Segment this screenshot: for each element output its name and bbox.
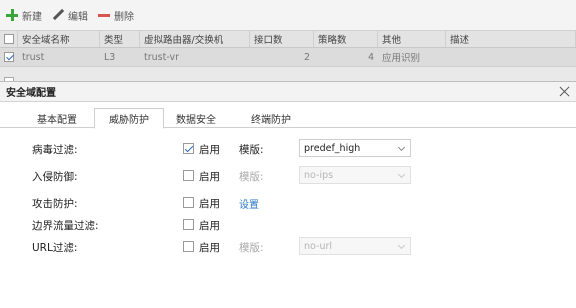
tab-basic-config[interactable]: 基本配置: [16, 108, 98, 128]
url-filter-row: URL过滤: 启用 模版: no-url: [0, 237, 576, 257]
ips-enable-label: 启用: [199, 171, 220, 183]
cell-type: L3: [104, 51, 116, 63]
antivirus-enable-checkbox[interactable]: [183, 143, 194, 154]
cell-description: [446, 48, 576, 66]
attack-protection-enable-checkbox[interactable]: [183, 197, 194, 208]
column-header-policies[interactable]: 策略数: [314, 31, 378, 47]
ips-template-value: no-ips: [304, 169, 334, 181]
row-select-cell: [0, 48, 18, 66]
partially-hidden-row: [0, 67, 576, 81]
antivirus-row: 病毒过滤: 启用 模版: predef_high: [0, 139, 576, 159]
antivirus-template-select[interactable]: predef_high: [299, 139, 411, 157]
attack-protection-row: 攻击防护: 启用 设置: [0, 193, 576, 213]
edit-button-label: 编辑: [68, 11, 88, 23]
border-traffic-filter-label: 边界流量过滤:: [32, 220, 99, 232]
border-traffic-filter-enable-checkbox[interactable]: [183, 219, 194, 230]
url-filter-template-select: no-url: [299, 237, 411, 255]
attack-protection-settings-link[interactable]: 设置: [239, 196, 259, 211]
cell-vrouter: trust-vr: [144, 51, 180, 63]
edit-button[interactable]: 编辑: [52, 8, 88, 23]
tab-endpoint-protection[interactable]: 终端防护: [236, 108, 306, 128]
column-header-other[interactable]: 其他: [378, 31, 446, 47]
tab-data-security[interactable]: 数据安全: [164, 108, 228, 128]
tab-threat-protection[interactable]: 威胁防护: [94, 108, 164, 129]
chevron-down-icon: [397, 241, 406, 250]
antivirus-label: 病毒过滤:: [32, 144, 78, 156]
ips-label: 入侵防御:: [32, 171, 78, 183]
url-filter-template-value: no-url: [304, 240, 333, 252]
table-row[interactable]: trust L3 trust-vr 2 4 应用识别: [0, 48, 576, 67]
url-filter-enable-checkbox[interactable]: [183, 241, 194, 252]
antivirus-template-label: 模版:: [239, 144, 264, 156]
cell-interfaces: 2: [303, 51, 310, 63]
delete-button[interactable]: 删除: [98, 8, 134, 23]
column-header-name[interactable]: 安全域名称: [18, 31, 100, 47]
ips-row: 入侵防御: 启用 模版: no-ips: [0, 166, 576, 186]
cell-other: 应用识别: [382, 53, 421, 64]
delete-button-label: 删除: [114, 11, 134, 23]
chevron-down-icon: [397, 170, 406, 179]
border-traffic-filter-enable-label: 启用: [199, 220, 220, 232]
new-button[interactable]: 新建: [6, 8, 42, 23]
antivirus-enable-label: 启用: [199, 144, 220, 156]
ips-template-label: 模版:: [239, 171, 264, 183]
column-header-type[interactable]: 类型: [100, 31, 140, 47]
ips-enable-checkbox[interactable]: [183, 170, 194, 181]
column-header-interfaces[interactable]: 接口数: [250, 31, 314, 47]
antivirus-template-value: predef_high: [304, 142, 361, 154]
minus-icon: [98, 9, 110, 21]
row-checkbox[interactable]: [4, 52, 14, 62]
table-header: 安全域名称 类型 虚拟路由器/交换机 接口数 策略数 其他 描述: [0, 30, 576, 48]
url-filter-label: URL过滤:: [32, 242, 78, 254]
attack-protection-enable-label: 启用: [199, 198, 220, 210]
cell-name: trust: [22, 51, 45, 63]
select-all-cell: [0, 31, 18, 47]
tab-bar: 基本配置 威胁防护 数据安全 终端防护: [0, 108, 576, 129]
ips-template-select: no-ips: [299, 166, 411, 184]
attack-protection-label: 攻击防护:: [32, 198, 78, 210]
chevron-down-icon: [397, 143, 406, 152]
dialog-header: 安全域配置: [0, 82, 576, 102]
select-all-checkbox[interactable]: [3, 34, 14, 44]
column-header-vrouter[interactable]: 虚拟路由器/交换机: [140, 31, 250, 47]
plus-icon: [6, 9, 18, 21]
url-filter-enable-label: 启用: [199, 242, 220, 254]
pencil-icon: [52, 9, 64, 21]
cell-policies: 4: [367, 51, 374, 63]
dialog-title: 安全域配置: [6, 88, 56, 99]
border-traffic-filter-row: 边界流量过滤: 启用: [0, 215, 576, 235]
toolbar: 新建 编辑 删除: [0, 0, 576, 30]
security-zone-dialog: 安全域配置 基本配置 威胁防护 数据安全 终端防护 病毒过滤: 启用 模版: p…: [0, 81, 576, 308]
close-icon[interactable]: [559, 86, 570, 97]
column-header-description[interactable]: 描述: [446, 31, 576, 47]
url-filter-template-label: 模版:: [239, 242, 264, 254]
new-button-label: 新建: [22, 11, 42, 23]
